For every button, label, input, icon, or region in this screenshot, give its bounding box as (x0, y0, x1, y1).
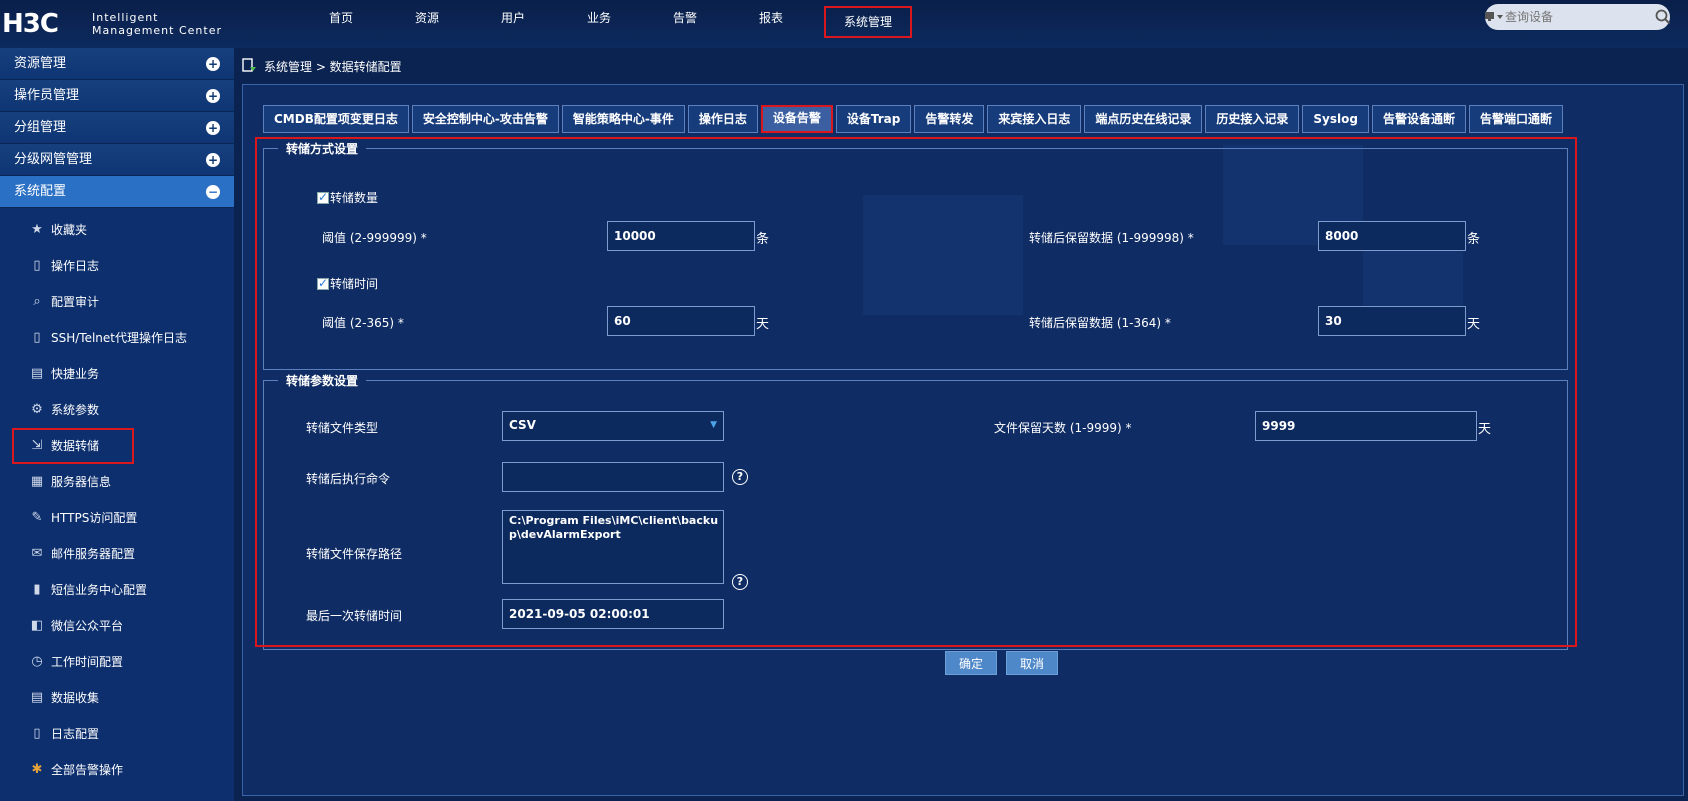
nav-service[interactable]: 业务 (558, 0, 640, 36)
gear-icon: ⚙ (31, 402, 43, 417)
sidebar-group-grouping[interactable]: 分组管理 + (0, 112, 234, 144)
main-nav: 首页 资源 用户 业务 告警 报表 系统管理 (300, 0, 916, 40)
search-icon[interactable] (1655, 4, 1671, 30)
plus-icon: + (206, 153, 220, 167)
search-type-dropdown[interactable] (1485, 4, 1505, 30)
sidebar-item-system-params[interactable]: ⚙ 系统参数 (0, 392, 234, 428)
nav-report[interactable]: 报表 (730, 0, 812, 36)
sidebar-item-server-info[interactable]: ▦ 服务器信息 (0, 464, 234, 500)
tab-syslog[interactable]: Syslog (1302, 105, 1369, 133)
sidebar-item-operation-log[interactable]: ▯ 操作日志 (0, 248, 234, 284)
dump-icon: ⇲ (31, 438, 43, 453)
main-content: 系统管理 > 数据转储配置 CMDB配置项变更日志 安全控制中心-攻击告警 智能… (234, 48, 1688, 801)
clock-gear-icon: ◷ (31, 654, 43, 669)
group-label: 分级网管管理 (14, 152, 93, 167)
sidebar-submenu: ★ 收藏夹 ▯ 操作日志 ⌕ 配置审计 ▯ SSH/Telnet代理操作日志 ▤ 快捷业务… (0, 208, 234, 788)
tab-device-trap[interactable]: 设备Trap (835, 105, 912, 133)
highlight-frame (255, 137, 1577, 647)
logo-mark: H3C (2, 9, 59, 39)
phone-icon: ▮ (33, 582, 41, 597)
sidebar-group-hierarchical[interactable]: 分级网管管理 + (0, 144, 234, 176)
sidebar-item-quick-service[interactable]: ▤ 快捷业务 (0, 356, 234, 392)
sidebar-group-system-config[interactable]: 系统配置 − (0, 176, 234, 208)
nav-resource[interactable]: 资源 (386, 0, 468, 36)
ok-button[interactable]: 确定 (945, 651, 997, 675)
nav-user[interactable]: 用户 (472, 0, 554, 36)
server-icon: ▦ (30, 474, 44, 489)
card-icon: ▤ (30, 366, 44, 381)
tab-device-alarm[interactable]: 设备告警 (760, 105, 833, 133)
star-icon: ★ (31, 222, 43, 237)
h3c-logo[interactable]: H3C Intelligent Management Center (0, 4, 222, 44)
sidebar-item-log-config[interactable]: ▯ 日志配置 (0, 716, 234, 752)
sidebar-item-https-config[interactable]: ✎ HTTPS访问配置 (0, 500, 234, 536)
tab-cmdb-change-log[interactable]: CMDB配置项变更日志 (263, 105, 409, 133)
tab-operation-log[interactable]: 操作日志 (687, 105, 758, 133)
minus-icon: − (206, 185, 220, 199)
sidebar-item-all-alarm-ops[interactable]: ✱ 全部告警操作 (0, 752, 234, 788)
edit-icon: ✎ (31, 510, 43, 525)
wechat-icon: ◧ (30, 618, 44, 633)
top-bar: H3C Intelligent Management Center 首页 资源 … (0, 0, 1688, 48)
plus-icon: + (206, 89, 220, 103)
tab-guest-access-log[interactable]: 来宾接入日志 (987, 105, 1082, 133)
breadcrumb: 系统管理 > 数据转储配置 (242, 56, 402, 76)
device-type-icon (1485, 12, 1503, 21)
sidebar-item-data-collect[interactable]: ▤ 数据收集 (0, 680, 234, 716)
sidebar-item-sms-center[interactable]: ▮ 短信业务中心配置 (0, 572, 234, 608)
sidebar-item-data-dump[interactable]: ⇲ 数据转储 (12, 428, 134, 464)
nav-alarm[interactable]: 告警 (644, 0, 726, 36)
clipboard-icon: ▯ (33, 258, 41, 273)
document-icon: ▤ (30, 690, 44, 705)
magnifier-icon: ⌕ (33, 294, 41, 309)
tab-alarm-port-onoff[interactable]: 告警端口通断 (1468, 105, 1563, 133)
cancel-button[interactable]: 取消 (1006, 651, 1058, 675)
sidebar-item-favorites[interactable]: ★ 收藏夹 (0, 212, 234, 248)
group-label: 系统配置 (14, 184, 67, 199)
sidebar-item-config-audit[interactable]: ⌕ 配置审计 (0, 284, 234, 320)
group-label: 操作员管理 (14, 88, 80, 103)
tab-smart-policy-event[interactable]: 智能策略中心-事件 (561, 105, 685, 133)
nav-system-management[interactable]: 系统管理 (824, 6, 912, 38)
logo-subtitle: Intelligent Management Center (92, 11, 222, 37)
search-input[interactable] (1505, 10, 1655, 24)
tab-endpoint-history[interactable]: 端点历史在线记录 (1084, 105, 1203, 133)
tab-bar: CMDB配置项变更日志 安全控制中心-攻击告警 智能策略中心-事件 操作日志 设… (263, 105, 1566, 133)
breadcrumb-text: 系统管理 > 数据转储配置 (264, 59, 402, 74)
log-icon: ▯ (33, 726, 41, 741)
plus-icon: + (206, 57, 220, 71)
sidebar-item-mail-server[interactable]: ✉ 邮件服务器配置 (0, 536, 234, 572)
tab-access-history[interactable]: 历史接入记录 (1205, 105, 1300, 133)
group-label: 分组管理 (14, 120, 67, 135)
plus-icon: + (206, 121, 220, 135)
sidebar-group-operator[interactable]: 操作员管理 + (0, 80, 234, 112)
sidebar-item-ssh-telnet-log[interactable]: ▯ SSH/Telnet代理操作日志 (0, 320, 234, 356)
tab-security-attack-alarm[interactable]: 安全控制中心-攻击告警 (411, 105, 559, 133)
tab-alarm-device-onoff[interactable]: 告警设备通断 (1371, 105, 1466, 133)
tab-alarm-forward[interactable]: 告警转发 (914, 105, 985, 133)
alarm-icon: ✱ (31, 762, 43, 777)
sidebar-group-resource[interactable]: 资源管理 + (0, 48, 234, 80)
nav-home[interactable]: 首页 (300, 0, 382, 36)
logo-line1: Intelligent (92, 11, 159, 24)
logo-line2: Management Center (92, 24, 222, 37)
clipboard-icon: ▯ (33, 330, 41, 345)
device-search (1485, 4, 1671, 30)
mail-server-icon: ✉ (31, 546, 43, 561)
sidebar-item-wechat[interactable]: ◧ 微信公众平台 (0, 608, 234, 644)
sidebar: 资源管理 + 操作员管理 + 分组管理 + 分级网管管理 + 系统配置 − ★ 收藏夹 ▯ 操… (0, 48, 234, 801)
group-label: 资源管理 (14, 56, 67, 71)
sidebar-item-work-time[interactable]: ◷ 工作时间配置 (0, 644, 234, 680)
dump-icon (242, 58, 256, 72)
dump-config-panel: CMDB配置项变更日志 安全控制中心-攻击告警 智能策略中心-事件 操作日志 设… (242, 84, 1684, 796)
